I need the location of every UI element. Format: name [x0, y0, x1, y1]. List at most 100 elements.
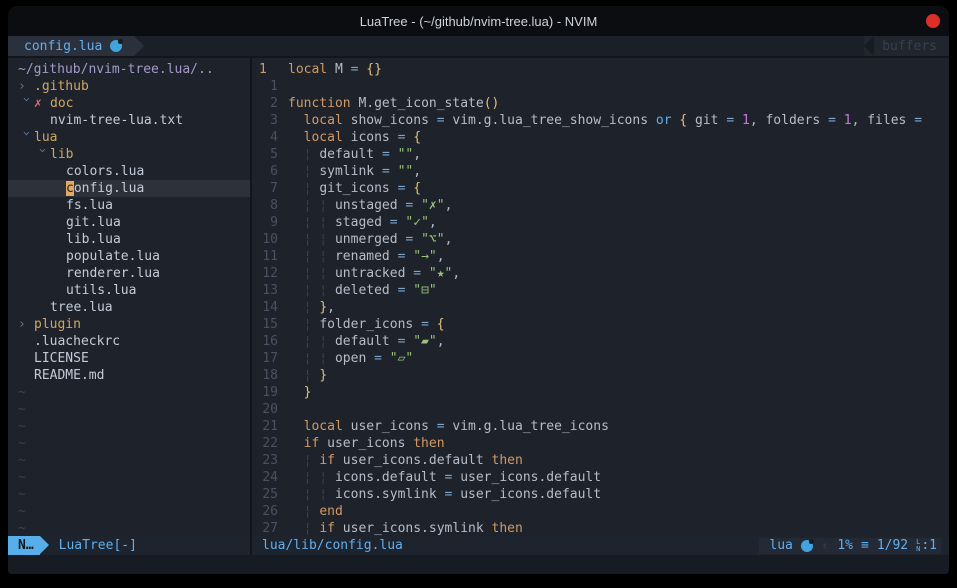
code-line[interactable]: 2function M.get_icon_state(): [252, 95, 949, 112]
code-line[interactable]: 23 ¦ if user_icons.default then: [252, 452, 949, 469]
code-text: local M = {}: [288, 61, 382, 78]
statusline-file-path: lua/lib/config.lua: [262, 538, 403, 553]
folder-expanded-arrow-icon[interactable]: ›: [34, 147, 51, 163]
mode-indicator: N…: [8, 536, 40, 555]
code-line[interactable]: 24 ¦ ¦ icons.default = user_icons.defaul…: [252, 469, 949, 486]
tree-item-lua[interactable]: ›lua: [8, 129, 250, 146]
filetype-label: lua: [769, 538, 792, 553]
tree-item-lib.lua[interactable]: lib.lua: [8, 231, 250, 248]
mode-badge-arrow-icon: [40, 536, 49, 554]
command-line[interactable]: [8, 555, 949, 574]
tree-item-label: README.md: [34, 368, 104, 383]
tree-item-label: LICENSE: [34, 351, 89, 366]
code-line[interactable]: 27 ¦ if user_icons.symlink then: [252, 520, 949, 536]
code-line[interactable]: 12 ¦ ¦ untracked = "★",: [252, 265, 949, 282]
code-line[interactable]: 5 ¦ default = "",: [252, 146, 949, 163]
code-line[interactable]: 13 ¦ ¦ deleted = "⊟": [252, 282, 949, 299]
tree-item-nvim-tree-lua.txt[interactable]: nvim-tree-lua.txt: [8, 112, 250, 129]
code-text: ¦ ¦ open = "▱": [288, 350, 413, 367]
empty-line-tilde: ~: [8, 418, 250, 435]
code-text: function M.get_icon_state(): [288, 95, 499, 112]
statusline-right-cluster: lua ‹ 1% ≡ 1/92 L N :1: [759, 538, 941, 554]
empty-line-tilde: ~: [8, 486, 250, 503]
tree-root-path[interactable]: ~/github/nvim-tree.lua/..: [8, 61, 250, 78]
line-number-relative: 8: [252, 197, 278, 214]
line-number-relative: 25: [252, 486, 278, 503]
code-line[interactable]: 4 local icons = {: [252, 129, 949, 146]
code-text: ¦ ¦ untracked = "★",: [288, 265, 460, 282]
tree-item-label: plugin: [34, 317, 81, 332]
code-line[interactable]: 19 }: [252, 384, 949, 401]
code-line[interactable]: 20: [252, 401, 949, 418]
line-number-current: 1: [252, 61, 278, 78]
code-line[interactable]: 14 ¦ },: [252, 299, 949, 316]
code-text: ¦ ¦ icons.default = user_icons.default: [288, 469, 601, 486]
line-number-relative: 14: [252, 299, 278, 316]
tree-item-config.lua[interactable]: config.lua: [8, 180, 250, 197]
tree-item-git.lua[interactable]: git.lua: [8, 214, 250, 231]
line-number-relative: 20: [252, 401, 278, 418]
code-line[interactable]: 3 local show_icons = vim.g.lua_tree_show…: [252, 112, 949, 129]
tree-item-lib[interactable]: ›lib: [8, 146, 250, 163]
line-number-relative: 3: [252, 112, 278, 129]
close-button[interactable]: [926, 14, 940, 28]
tree-item-utils.lua[interactable]: utils.lua: [8, 282, 250, 299]
empty-line-tilde: ~: [8, 401, 250, 418]
tab-label: config.lua: [24, 39, 102, 54]
indent-spacer: [50, 248, 66, 265]
code-line[interactable]: 8 ¦ ¦ unstaged = "✗",: [252, 197, 949, 214]
tree-item-plugin[interactable]: ›plugin: [8, 316, 250, 333]
line-number-relative: 22: [252, 435, 278, 452]
code-line[interactable]: 6 ¦ symlink = "",: [252, 163, 949, 180]
statusline-file-segment: lua/lib/config.lua lua ‹ 1% ≡ 1/92 L N :…: [252, 536, 949, 555]
folder-collapsed-arrow-icon[interactable]: ›: [18, 78, 34, 95]
folder-expanded-arrow-icon[interactable]: ›: [18, 130, 35, 146]
tree-item-renderer.lua[interactable]: renderer.lua: [8, 265, 250, 282]
code-editor-pane[interactable]: 1local M = {}12function M.get_icon_state…: [252, 58, 949, 536]
indent-spacer: [50, 180, 66, 197]
code-line[interactable]: 16 ¦ ¦ default = "▰",: [252, 333, 949, 350]
tree-item-tree.lua[interactable]: tree.lua: [8, 299, 250, 316]
tree-item-LICENSE[interactable]: LICENSE: [8, 350, 250, 367]
folder-expanded-arrow-icon[interactable]: ›: [18, 96, 35, 112]
code-line[interactable]: 21 local user_icons = vim.g.lua_tree_ico…: [252, 418, 949, 435]
code-text: local show_icons = vim.g.lua_tree_show_i…: [288, 112, 922, 129]
code-line[interactable]: 9 ¦ ¦ staged = "✓",: [252, 214, 949, 231]
line-number-relative: 1: [252, 78, 278, 95]
tree-item-.github[interactable]: ›.github: [8, 78, 250, 95]
tree-item-label: lib: [50, 147, 73, 162]
code-line[interactable]: 26 ¦ end: [252, 503, 949, 520]
lua-moon-icon: [801, 540, 813, 552]
indent-spacer: [18, 333, 34, 350]
code-text: ¦ ¦ icons.symlink = user_icons.default: [288, 486, 601, 503]
code-line[interactable]: 7 ¦ git_icons = {: [252, 180, 949, 197]
code-text: }: [288, 384, 311, 401]
code-line[interactable]: 15 ¦ folder_icons = {: [252, 316, 949, 333]
tree-item-.luacheckrc[interactable]: .luacheckrc: [8, 333, 250, 350]
code-line[interactable]: 10 ¦ ¦ unmerged = "⌥",: [252, 231, 949, 248]
code-line[interactable]: 11 ¦ ¦ renamed = "→",: [252, 248, 949, 265]
code-line[interactable]: 17 ¦ ¦ open = "▱": [252, 350, 949, 367]
folder-collapsed-arrow-icon[interactable]: ›: [18, 316, 34, 333]
code-line[interactable]: 25 ¦ ¦ icons.symlink = user_icons.defaul…: [252, 486, 949, 503]
code-line[interactable]: 22 if user_icons then: [252, 435, 949, 452]
tree-item-label: config.lua: [66, 181, 144, 196]
window-title: LuaTree - (~/github/nvim-tree.lua) - NVI…: [360, 14, 598, 29]
tree-item-label: populate.lua: [66, 249, 160, 264]
tree-item-populate.lua[interactable]: populate.lua: [8, 248, 250, 265]
code-text: ¦ ¦ default = "▰",: [288, 333, 445, 350]
tree-item-fs.lua[interactable]: fs.lua: [8, 197, 250, 214]
tree-item-README.md[interactable]: README.md: [8, 367, 250, 384]
tree-item-colors.lua[interactable]: colors.lua: [8, 163, 250, 180]
code-line[interactable]: 1: [252, 78, 949, 95]
tree-item-doc[interactable]: ›✗doc: [8, 95, 250, 112]
tab-config-lua[interactable]: config.lua: [8, 36, 134, 56]
code-line[interactable]: 1 local M = {}: [252, 61, 949, 78]
tree-item-label: git.lua: [66, 215, 121, 230]
code-text: ¦ symlink = "",: [288, 163, 421, 180]
code-text: ¦ ¦ unmerged = "⌥",: [288, 231, 452, 248]
code-text: local icons = {: [288, 129, 421, 146]
code-line[interactable]: 18 ¦ }: [252, 367, 949, 384]
line-number-relative: 7: [252, 180, 278, 197]
titlebar[interactable]: LuaTree - (~/github/nvim-tree.lua) - NVI…: [8, 6, 949, 36]
